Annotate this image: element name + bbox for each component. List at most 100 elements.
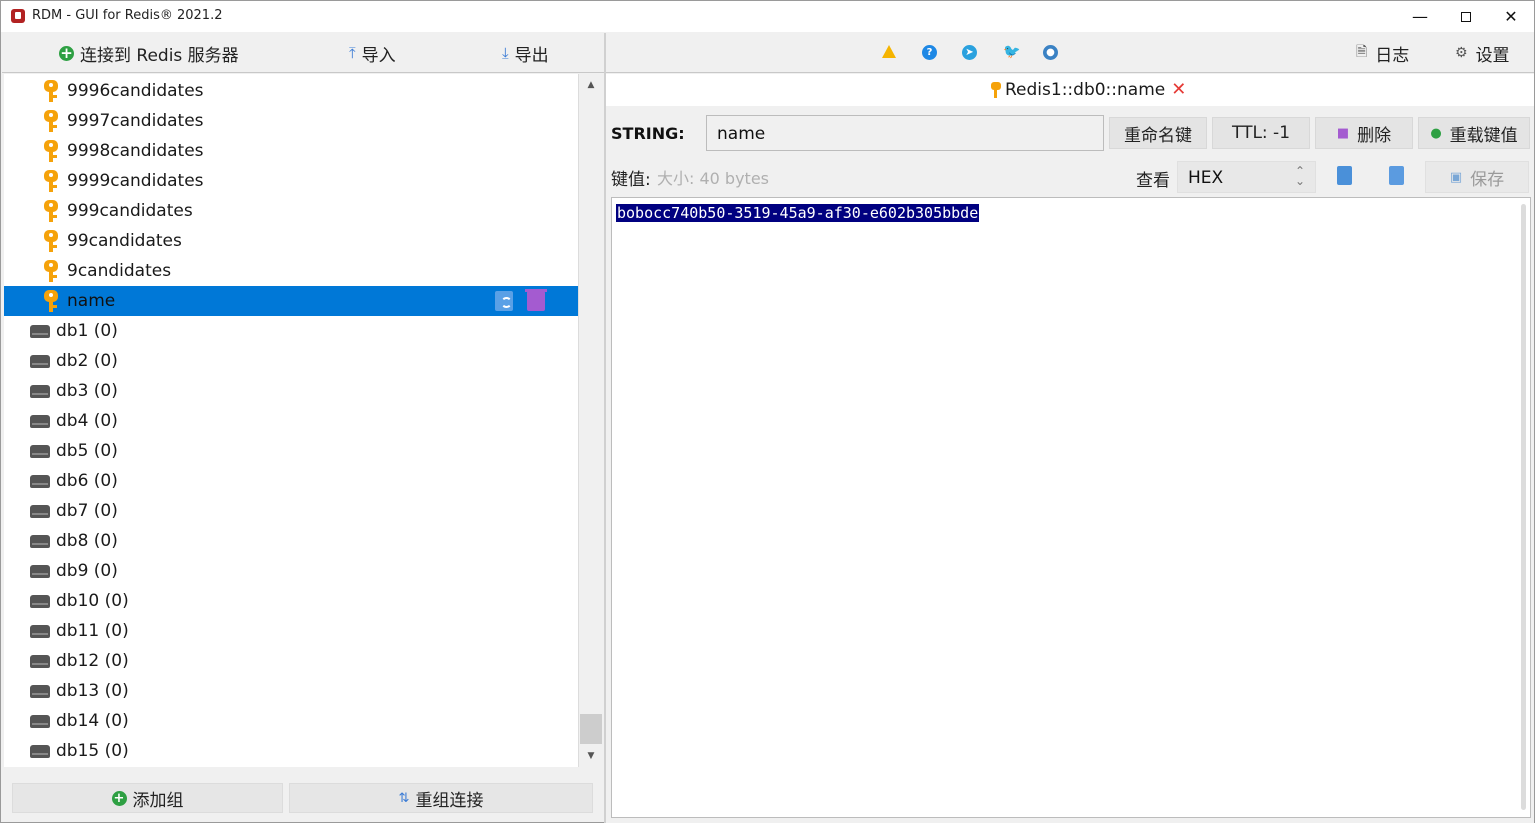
- help-icon[interactable]: ?: [922, 45, 937, 60]
- tree-key-row[interactable]: 9996candidates: [4, 76, 578, 106]
- tree-db-row[interactable]: db7 (0): [4, 496, 578, 526]
- close-window-button[interactable]: ✕: [1488, 1, 1534, 32]
- github-icon[interactable]: ●: [1043, 45, 1058, 60]
- tree-db-row[interactable]: db12 (0): [4, 646, 578, 676]
- gear-icon: ⚙: [1455, 45, 1468, 61]
- scroll-down-arrow-icon[interactable]: ▼: [579, 745, 603, 767]
- db-label: db2 (0): [56, 351, 118, 371]
- connect-redis-button[interactable]: + 连接到 Redis 服务器: [59, 41, 239, 66]
- tree-db-row[interactable]: db6 (0): [4, 466, 578, 496]
- ttl-button[interactable]: TTL: -1: [1212, 117, 1310, 149]
- reload-icon: ●: [1430, 125, 1442, 141]
- tree-key-row[interactable]: 9998candidates: [4, 136, 578, 166]
- window-title: RDM - GUI for Redis® 2021.2: [32, 8, 223, 23]
- scroll-thumb[interactable]: [580, 714, 602, 744]
- left-toolbar: + 连接到 Redis 服务器 ⤒ 导入 ⤓ 导出: [2, 33, 604, 73]
- value-text[interactable]: bobocc740b50-3519-45a9-af30-e602b305bbde: [616, 204, 980, 222]
- connect-redis-label: 连接到 Redis 服务器: [80, 45, 239, 66]
- db-label: db4 (0): [56, 411, 118, 431]
- key-tab[interactable]: Redis1::db0::name ✕: [991, 79, 1186, 100]
- import-label: 导入: [361, 45, 396, 66]
- import-button[interactable]: ⤒ 导入: [349, 41, 396, 66]
- key-label: 9996candidates: [67, 81, 204, 101]
- db-label: db13 (0): [56, 681, 129, 701]
- key-name-field[interactable]: name: [706, 115, 1104, 151]
- settings-button[interactable]: ⚙ 设置: [1455, 41, 1510, 66]
- key-label: 999candidates: [67, 201, 193, 221]
- editor-scrollbar[interactable]: [1521, 204, 1526, 810]
- delete-label: 删除: [1357, 125, 1392, 146]
- telegram-icon[interactable]: ➤: [962, 45, 977, 60]
- value-editor[interactable]: bobocc740b50-3519-45a9-af30-e602b305bbde: [611, 197, 1531, 818]
- tree-db-row[interactable]: db15 (0): [4, 736, 578, 766]
- database-icon: [30, 475, 50, 488]
- add-circle-icon: +: [111, 790, 127, 806]
- delete-key-icon[interactable]: [525, 289, 547, 311]
- tree-db-row[interactable]: db8 (0): [4, 526, 578, 556]
- settings-label: 设置: [1475, 45, 1510, 66]
- tree-db-row[interactable]: db2 (0): [4, 346, 578, 376]
- key-type-label: STRING:: [611, 124, 685, 143]
- db-label: db15 (0): [56, 741, 129, 761]
- copy-key-icon[interactable]: [495, 291, 513, 311]
- save-button[interactable]: ▣ 保存: [1425, 161, 1529, 193]
- tree-db-row[interactable]: db5 (0): [4, 436, 578, 466]
- export-label: 导出: [514, 45, 549, 66]
- tree-db-row[interactable]: db1 (0): [4, 316, 578, 346]
- tree-db-row[interactable]: db11 (0): [4, 616, 578, 646]
- rename-key-button[interactable]: 重命名键: [1109, 117, 1207, 149]
- connection-tree: 9996candidates 9997candidates 9998candid…: [4, 74, 578, 767]
- tree-key-row[interactable]: 9candidates: [4, 256, 578, 286]
- key-icon: [42, 198, 60, 224]
- tab-title: Redis1::db0::name: [1005, 79, 1166, 100]
- value-label: 键值:: [611, 170, 651, 190]
- scroll-up-arrow-icon[interactable]: ▲: [579, 74, 603, 96]
- database-icon: [30, 385, 50, 398]
- tree-db-row[interactable]: db13 (0): [4, 676, 578, 706]
- key-icon: [42, 228, 60, 254]
- save-label: 保存: [1470, 169, 1505, 190]
- log-button[interactable]: 🗎 日志: [1356, 41, 1409, 66]
- tree-db-row[interactable]: db10 (0): [4, 586, 578, 616]
- key-label: 9999candidates: [67, 171, 204, 191]
- copy-value-icon[interactable]: [1337, 166, 1352, 185]
- database-icon: [30, 325, 50, 338]
- tree-scrollbar[interactable]: ▲ ▼: [578, 74, 603, 767]
- tree-db-row[interactable]: db14 (0): [4, 706, 578, 736]
- tree-db-row[interactable]: db3 (0): [4, 376, 578, 406]
- key-tab-bar: Redis1::db0::name ✕: [606, 74, 1534, 106]
- maximize-button[interactable]: [1443, 1, 1489, 32]
- regroup-connections-button[interactable]: ⇅ 重组连接: [289, 783, 593, 813]
- database-icon: [30, 655, 50, 668]
- maximize-icon: [1461, 11, 1471, 22]
- key-label: 9998candidates: [67, 141, 204, 161]
- tree-key-row-selected[interactable]: name: [4, 286, 578, 316]
- db-label: db9 (0): [56, 561, 118, 581]
- export-button[interactable]: ⤓ 导出: [502, 41, 549, 66]
- close-tab-icon[interactable]: ✕: [1171, 79, 1186, 100]
- reload-value-button[interactable]: ● 重载键值: [1418, 117, 1530, 149]
- document-icon[interactable]: [1389, 166, 1404, 185]
- tree-db-row[interactable]: db4 (0): [4, 406, 578, 436]
- key-icon: [42, 258, 60, 284]
- db-label: db1 (0): [56, 321, 118, 341]
- delete-button[interactable]: ■ 删除: [1315, 117, 1413, 149]
- key-icon: [42, 288, 60, 314]
- db-label: db11 (0): [56, 621, 129, 641]
- rename-key-label: 重命名键: [1124, 125, 1192, 146]
- tree-key-row[interactable]: 99candidates: [4, 226, 578, 256]
- import-icon: ⤒: [349, 44, 356, 62]
- warning-icon[interactable]: [882, 45, 896, 58]
- twitter-icon[interactable]: 🐦: [1003, 45, 1020, 60]
- database-icon: [30, 505, 50, 518]
- view-mode-select[interactable]: HEX ⌃ ⌄: [1177, 161, 1316, 193]
- tree-db-row[interactable]: db9 (0): [4, 556, 578, 586]
- tree-key-row[interactable]: 9999candidates: [4, 166, 578, 196]
- tree-key-row[interactable]: 9997candidates: [4, 106, 578, 136]
- tree-key-row[interactable]: 999candidates: [4, 196, 578, 226]
- minimize-button[interactable]: —: [1397, 1, 1443, 32]
- database-icon: [30, 745, 50, 758]
- key-icon: [991, 81, 1001, 99]
- add-group-button[interactable]: + 添加组: [12, 783, 283, 813]
- db-label: db10 (0): [56, 591, 129, 611]
